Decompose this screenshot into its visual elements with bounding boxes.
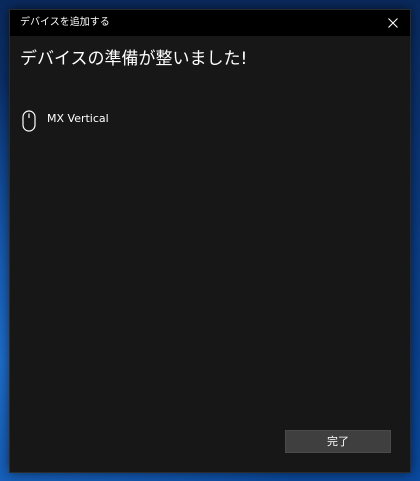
close-button[interactable]	[376, 10, 410, 36]
close-icon	[388, 18, 398, 28]
device-list-item[interactable]: MX Vertical	[20, 110, 220, 134]
device-name: MX Vertical	[47, 112, 109, 125]
add-device-dialog: デバイスを追加する デバイスの準備が整いました! MX Vertical 完了	[9, 9, 411, 473]
page-heading: デバイスの準備が整いました!	[20, 49, 248, 69]
window-title: デバイスを追加する	[20, 17, 110, 28]
done-button[interactable]: 完了	[285, 430, 391, 453]
mouse-icon	[22, 110, 36, 132]
title-bar: デバイスを追加する	[10, 10, 410, 36]
